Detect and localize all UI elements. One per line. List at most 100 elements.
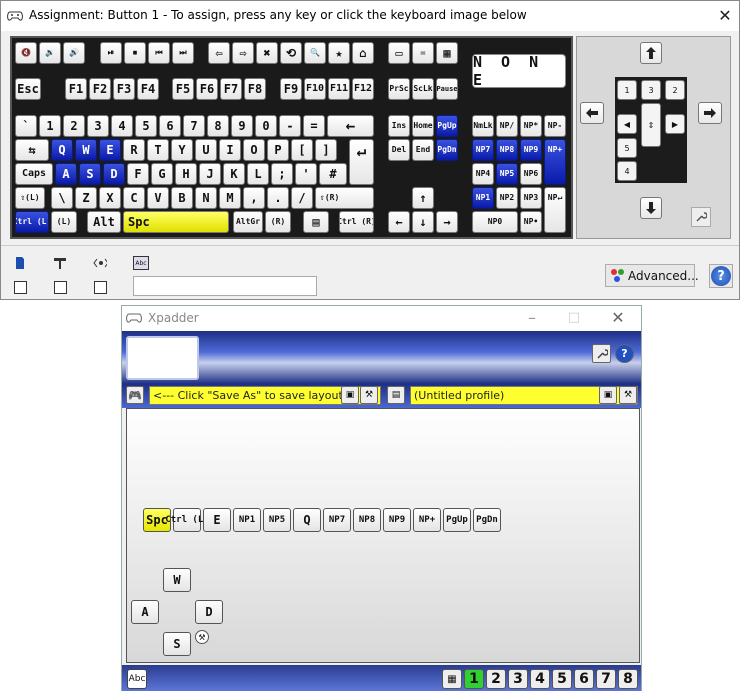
minimize-button[interactable]: – (522, 308, 542, 328)
profile-icon[interactable]: ▤ (387, 386, 405, 404)
key-4[interactable]: 4 (111, 115, 133, 137)
close-button[interactable]: ✕ (713, 6, 737, 26)
prev-track-key[interactable]: ⏮ (148, 42, 170, 64)
mouse-wheel[interactable]: ⇕ (641, 103, 661, 147)
key-pause[interactable]: Pause (436, 78, 458, 100)
key-o[interactable]: O (243, 139, 265, 161)
key-q[interactable]: Q (51, 139, 73, 161)
key-f[interactable]: F (127, 163, 149, 185)
assigned-button-np9[interactable]: NP9 (383, 508, 411, 532)
key-l[interactable]: L (247, 163, 269, 185)
calculator-key[interactable]: ▦ (436, 42, 458, 64)
favorites-key[interactable]: ★ (328, 42, 350, 64)
key-np1[interactable]: NP1 (472, 187, 494, 209)
assigned-button-pgdn[interactable]: PgDn (473, 508, 501, 532)
key-esc[interactable]: Esc (15, 78, 41, 100)
key-np-divide[interactable]: NP/ (496, 115, 518, 137)
key-prtsc[interactable]: PrSc (388, 78, 410, 100)
key-lctrl[interactable]: Ctrl (L) (15, 211, 49, 233)
key-up[interactable]: ↑ (412, 187, 434, 209)
key-np-subtract[interactable]: NP- (544, 115, 566, 137)
key-9[interactable]: 9 (231, 115, 253, 137)
set-3[interactable]: 3 (508, 669, 528, 689)
key-5[interactable]: 5 (135, 115, 157, 137)
key-d[interactable]: D (103, 163, 125, 185)
key-f11[interactable]: F11 (328, 78, 350, 100)
key-np3[interactable]: NP3 (520, 187, 542, 209)
browser-back-key[interactable]: ⇦ (208, 42, 230, 64)
key-f10[interactable]: F10 (304, 78, 326, 100)
key-np2[interactable]: NP2 (496, 187, 518, 209)
key-right[interactable]: → (436, 211, 458, 233)
name-field[interactable] (133, 276, 317, 296)
key-f8[interactable]: F8 (244, 78, 266, 100)
key-f2[interactable]: F2 (89, 78, 111, 100)
stick-left-a[interactable]: A (131, 600, 159, 624)
key-0[interactable]: 0 (255, 115, 277, 137)
next-track-key[interactable]: ⏭ (172, 42, 194, 64)
key-np8[interactable]: NP8 (496, 139, 518, 161)
assigned-button-e[interactable]: E (203, 508, 231, 532)
stick-wrench-icon[interactable]: ⚒ (195, 630, 209, 644)
key-z[interactable]: Z (75, 187, 97, 209)
key-backslash[interactable]: \ (51, 187, 73, 209)
key-space[interactable]: Spc (123, 211, 229, 233)
mouse-down-button[interactable] (640, 197, 662, 219)
sets-grid-icon[interactable]: ▦ (442, 669, 462, 689)
key-home[interactable]: Home (412, 115, 434, 137)
key-a[interactable]: A (55, 163, 77, 185)
key-minus[interactable]: - (279, 115, 301, 137)
key-np9[interactable]: NP9 (520, 139, 542, 161)
key-j[interactable]: J (199, 163, 221, 185)
mail-key[interactable]: ✉ (412, 42, 434, 64)
key-menu[interactable]: ▤ (303, 211, 329, 233)
assigned-button-np5[interactable]: NP5 (263, 508, 291, 532)
wheel-right[interactable]: ▶ (665, 114, 685, 134)
key-f12[interactable]: F12 (352, 78, 374, 100)
assigned-button-ctrl[interactable]: Ctrl (L) (165, 508, 209, 532)
stop-key[interactable]: ⏹ (124, 42, 146, 64)
key-rshift[interactable]: ⇧(R) (315, 187, 374, 209)
rumble-checkbox[interactable] (94, 281, 107, 294)
key-semicolon[interactable]: ; (271, 163, 293, 185)
save-layout-icon[interactable]: ▣ (341, 386, 359, 404)
key-alt[interactable]: Alt (87, 211, 121, 233)
key-rwin[interactable]: (R) (265, 211, 291, 233)
controller-icon[interactable]: 🎮 (126, 386, 144, 404)
key-rctrl[interactable]: Ctrl (R) (339, 211, 374, 233)
key-r[interactable]: R (123, 139, 145, 161)
turbo-checkbox[interactable] (14, 281, 27, 294)
assigned-button-np7[interactable]: NP7 (323, 508, 351, 532)
key-period[interactable]: . (267, 187, 289, 209)
none-button[interactable]: N O N E (472, 53, 566, 89)
key-scrolllock[interactable]: ScLk (412, 78, 434, 100)
help-button[interactable]: ? (615, 344, 634, 363)
stick-up-w[interactable]: W (163, 568, 191, 592)
key-numlock[interactable]: NmLk (472, 115, 494, 137)
browser-refresh-key[interactable]: ⟲ (280, 42, 302, 64)
mouse-up-button[interactable] (640, 42, 662, 64)
key-f7[interactable]: F7 (220, 78, 242, 100)
key-slash[interactable]: / (291, 187, 313, 209)
mouse-button-2[interactable]: 2 (665, 80, 685, 100)
stick-down-s[interactable]: S (163, 632, 191, 656)
key-f3[interactable]: F3 (113, 78, 135, 100)
key-delete[interactable]: Del (388, 139, 410, 161)
key-np-enter[interactable]: NP↵ (544, 187, 566, 233)
key-f5[interactable]: F5 (172, 78, 194, 100)
key-g[interactable]: G (151, 163, 173, 185)
key-caps[interactable]: Caps (15, 163, 53, 185)
key-down[interactable]: ↓ (412, 211, 434, 233)
key-3[interactable]: 3 (87, 115, 109, 137)
play-pause-key[interactable]: ⏯ (100, 42, 122, 64)
key-w[interactable]: W (75, 139, 97, 161)
key-h[interactable]: H (175, 163, 197, 185)
key-quote[interactable]: ' (295, 163, 317, 185)
assigned-button-q[interactable]: Q (293, 508, 321, 532)
mouse-button-3[interactable]: 3 (641, 80, 661, 100)
key-p[interactable]: P (267, 139, 289, 161)
key-np-decimal[interactable]: NP• (520, 211, 542, 233)
key-e[interactable]: E (99, 139, 121, 161)
key-hash[interactable]: # (319, 163, 347, 185)
key-b[interactable]: B (171, 187, 193, 209)
